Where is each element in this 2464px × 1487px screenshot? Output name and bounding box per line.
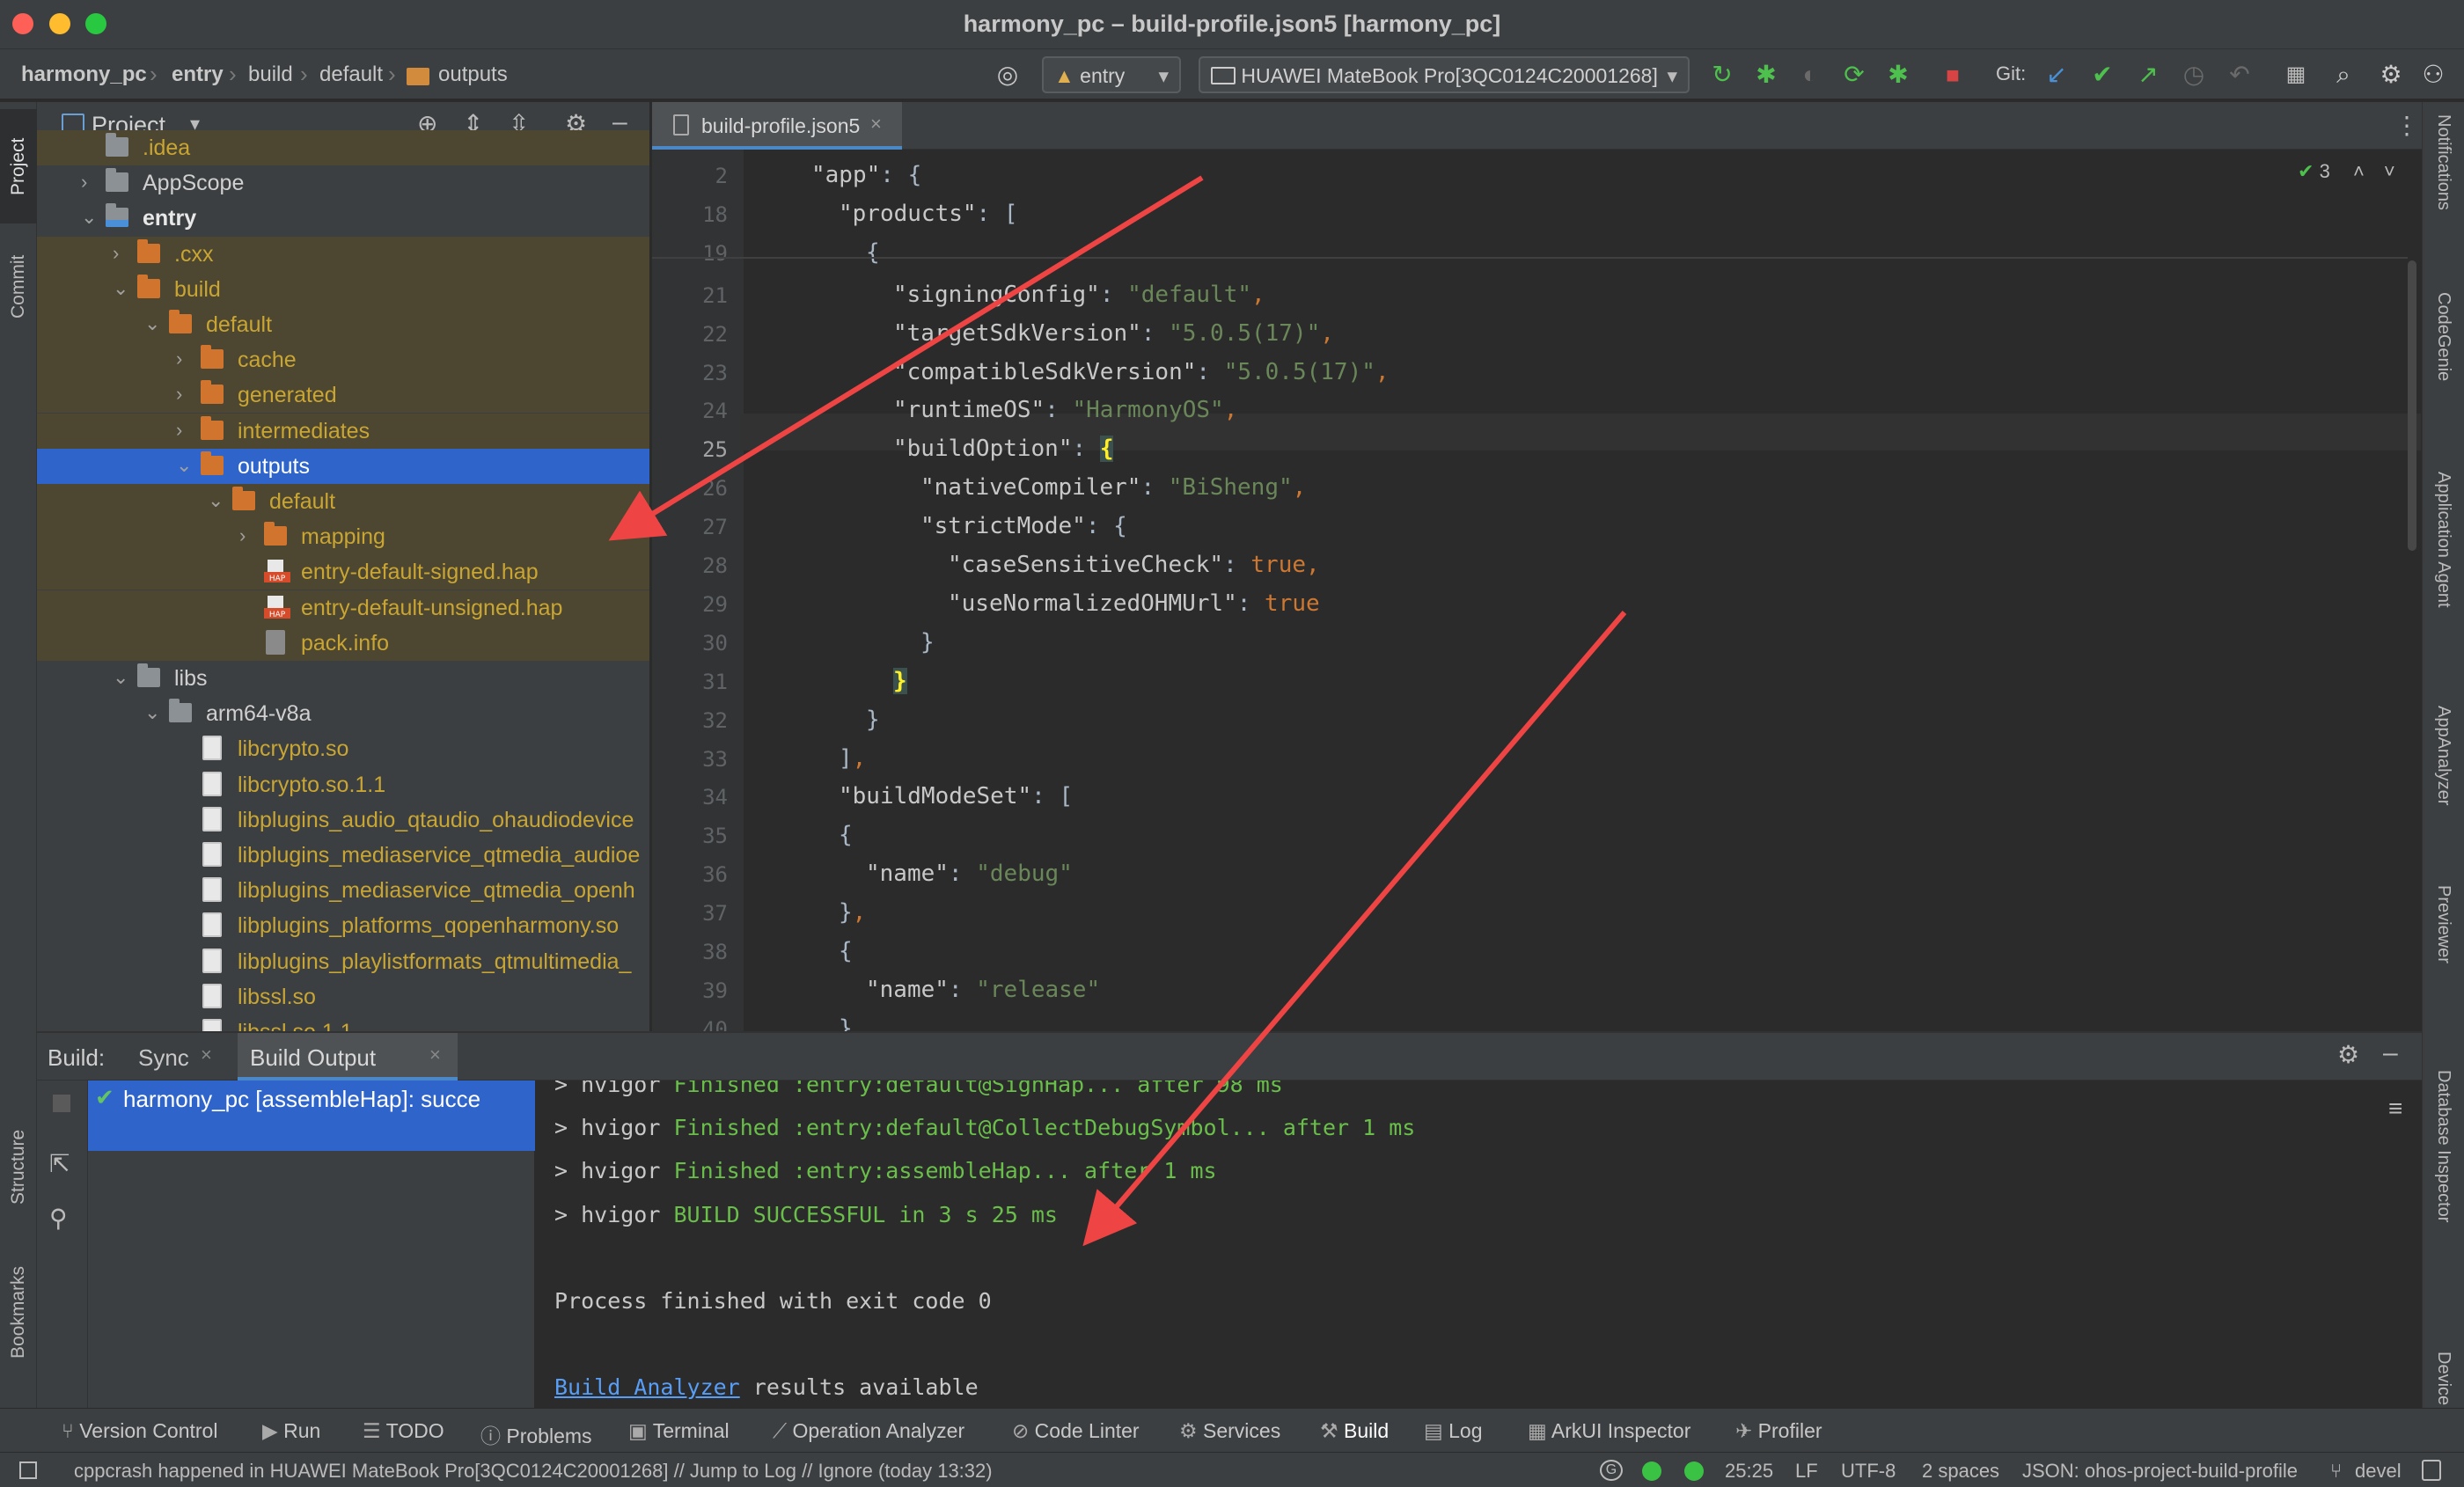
annotation-arrow-to-output: [1082, 611, 1627, 1247]
annotation-arrow-to-hap: [608, 175, 1204, 541]
annotation-overlay: [608, 175, 1627, 1247]
